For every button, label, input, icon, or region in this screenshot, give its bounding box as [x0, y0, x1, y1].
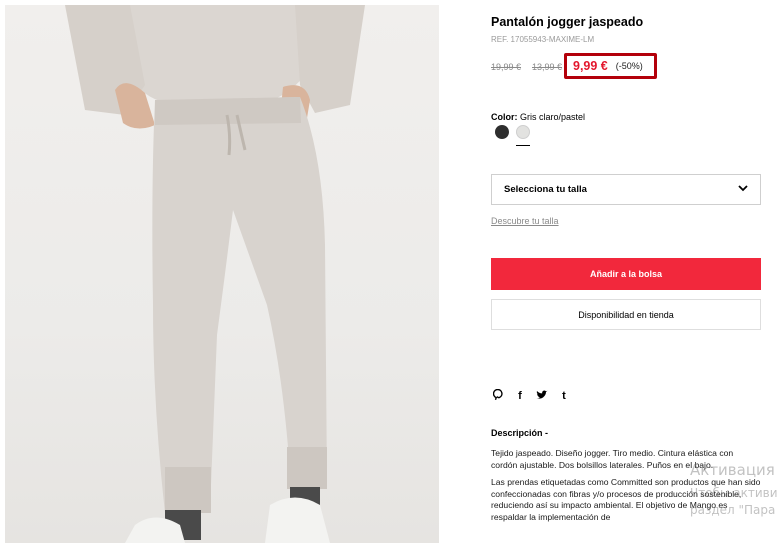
pinterest-icon[interactable]: [492, 388, 504, 403]
description-heading[interactable]: Descripción -: [491, 428, 548, 438]
color-label: Color:: [491, 112, 518, 122]
original-price: 19,99 €: [491, 62, 522, 72]
previous-price: 13,99 €: [532, 62, 563, 72]
product-photo-illustration: [65, 5, 365, 543]
product-title: Pantalón jogger jaspeado: [491, 15, 644, 29]
size-select[interactable]: Selecciona tu talla: [491, 174, 761, 205]
tumblr-icon[interactable]: t: [558, 390, 570, 402]
current-price-highlight: 9,99 € (-50%): [564, 53, 657, 79]
discount-badge: (-50%): [615, 61, 643, 71]
color-swatch-dark-grey[interactable]: [495, 125, 509, 139]
product-reference: REF. 17055943-MAXIME-LM: [491, 35, 595, 44]
os-activation-watermark: Активация: [690, 461, 775, 479]
size-guide-link[interactable]: Descubre tu talla: [491, 216, 559, 226]
store-availability-button[interactable]: Disponibilidad en tienda: [491, 299, 761, 330]
chevron-down-icon: [738, 184, 748, 195]
current-price: 9,99 €: [573, 59, 608, 73]
facebook-icon[interactable]: f: [514, 390, 526, 402]
os-activation-watermark: раздел "Пара: [690, 503, 776, 517]
color-info: Color: Gris claro/pastel: [491, 112, 585, 122]
os-activation-watermark: Чтобы активи: [690, 486, 778, 500]
twitter-icon[interactable]: [536, 389, 548, 403]
color-name: Gris claro/pastel: [520, 112, 586, 122]
selected-swatch-indicator: [516, 145, 530, 146]
color-swatch-light-grey[interactable]: [516, 125, 530, 139]
size-select-label: Selecciona tu talla: [504, 184, 587, 195]
product-image[interactable]: [5, 5, 439, 543]
social-share: f t: [492, 388, 570, 403]
add-to-bag-button[interactable]: Añadir a la bolsa: [491, 258, 761, 290]
